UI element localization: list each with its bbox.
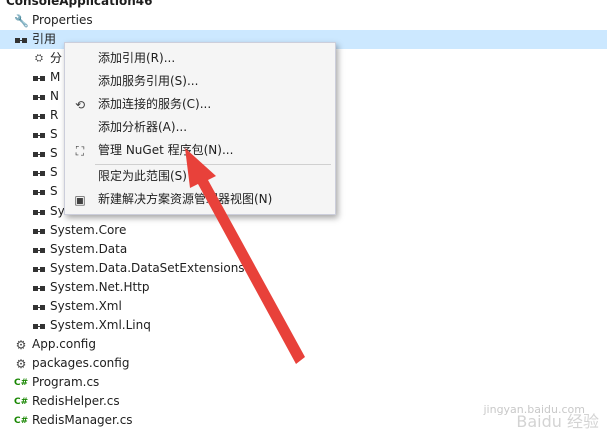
- reference-item[interactable]: S: [32, 182, 58, 201]
- reference-item-system-net-http[interactable]: System.Net.Http: [32, 278, 150, 297]
- file-label: packages.config: [32, 356, 130, 370]
- reference-label: S: [50, 184, 58, 198]
- properties-label: Properties: [32, 13, 93, 27]
- menu-item-add-reference[interactable]: 添加引用(R)...: [66, 47, 334, 70]
- reference-icon: [32, 262, 46, 276]
- reference-item-system-xml[interactable]: System.Xml: [32, 297, 122, 316]
- file-app-config[interactable]: ⚙ App.config: [14, 335, 96, 354]
- reference-icon: [32, 71, 46, 85]
- file-label: RedisManager.cs: [32, 413, 133, 427]
- reference-item[interactable]: S: [32, 163, 58, 182]
- reference-label: System.Core: [50, 223, 127, 237]
- menu-item-label: 管理 NuGet 程序包(N)...: [98, 143, 234, 157]
- project-title: ConsoleApplication46: [6, 0, 153, 8]
- menu-item-manage-nuget[interactable]: ⛶ 管理 NuGet 程序包(N)...: [66, 139, 334, 162]
- references-icon: [14, 33, 28, 47]
- context-menu: 添加引用(R)... 添加服务引用(S)... ⟲ 添加连接的服务(C)... …: [64, 42, 336, 215]
- reference-item-system-xml-linq[interactable]: System.Xml.Linq: [32, 316, 151, 335]
- file-label: Program.cs: [32, 375, 100, 389]
- reference-label: R: [50, 108, 59, 122]
- reference-icon: [32, 300, 46, 314]
- menu-item-new-explorer-view[interactable]: ▣ 新建解决方案资源管理器视图(N): [66, 188, 334, 211]
- menu-item-label: 添加引用(R)...: [98, 51, 176, 65]
- reference-label: System.Data: [50, 242, 128, 256]
- reference-icon: [32, 128, 46, 142]
- menu-item-add-analyzer[interactable]: 添加分析器(A)...: [66, 116, 334, 139]
- connected-service-icon: ⟲: [74, 98, 86, 112]
- file-redishelper-cs[interactable]: C# RedisHelper.cs: [14, 392, 120, 411]
- file-program-cs[interactable]: C# Program.cs: [14, 373, 99, 392]
- analyzers-node[interactable]: ⛭ 分: [32, 49, 62, 68]
- wrench-icon: 🔧: [14, 13, 29, 28]
- reference-item-system-core[interactable]: System.Core: [32, 221, 126, 240]
- reference-item[interactable]: S: [32, 144, 58, 163]
- menu-item-scope-to-this[interactable]: 限定为此范围(S): [66, 165, 334, 188]
- reference-label: System.Net.Http: [50, 280, 150, 294]
- reference-item[interactable]: N: [32, 87, 59, 106]
- reference-label: System.Xml.Linq: [50, 318, 151, 332]
- reference-icon: [32, 185, 46, 199]
- file-redismanager-cs[interactable]: C# RedisManager.cs: [14, 411, 133, 430]
- analyzer-icon: ⛭: [35, 52, 43, 64]
- reference-icon: [32, 224, 46, 238]
- references-label: 引用: [32, 32, 57, 46]
- file-label: RedisHelper.cs: [32, 394, 120, 408]
- reference-label: S: [50, 127, 58, 141]
- reference-icon: [32, 281, 46, 295]
- menu-item-label: 添加连接的服务(C)...: [98, 97, 212, 111]
- analyzers-label: 分: [50, 51, 63, 65]
- reference-item[interactable]: M: [32, 68, 60, 87]
- menu-item-label: 添加服务引用(S)...: [98, 74, 199, 88]
- reference-item[interactable]: S: [32, 125, 58, 144]
- reference-label: M: [50, 70, 61, 84]
- reference-label: System.Data.DataSetExtensions: [50, 261, 245, 275]
- reference-label: System.Xml: [50, 299, 122, 313]
- menu-item-label: 新建解决方案资源管理器视图(N): [98, 192, 273, 206]
- csharp-icon: C#: [14, 377, 29, 388]
- reference-item-system-data-datasetextensions[interactable]: System.Data.DataSetExtensions: [32, 259, 245, 278]
- reference-label: S: [50, 146, 58, 160]
- reference-label: S: [50, 165, 58, 179]
- project-node[interactable]: ConsoleApplication46: [6, 0, 152, 11]
- new-view-icon: ▣: [74, 193, 86, 207]
- menu-item-label: 限定为此范围(S): [98, 169, 187, 183]
- watermark-brand: Baidu 经验: [516, 412, 599, 431]
- reference-icon: [32, 243, 46, 257]
- reference-label: N: [50, 89, 59, 103]
- reference-item-system-data[interactable]: System.Data: [32, 240, 127, 259]
- reference-icon: [32, 147, 46, 161]
- menu-item-label: 添加分析器(A)...: [98, 120, 188, 134]
- menu-item-add-connected-service[interactable]: ⟲ 添加连接的服务(C)...: [66, 93, 334, 116]
- csharp-icon: C#: [14, 396, 29, 407]
- nuget-package-icon: ⛶: [75, 144, 85, 158]
- properties-node[interactable]: 🔧 Properties: [14, 11, 93, 30]
- csharp-icon: C#: [14, 415, 29, 426]
- reference-icon: [32, 109, 46, 123]
- file-packages-config[interactable]: ⚙ packages.config: [14, 354, 130, 373]
- config-icon: ⚙: [15, 337, 27, 352]
- reference-icon: [32, 166, 46, 180]
- reference-icon: [32, 90, 46, 104]
- reference-item[interactable]: R: [32, 106, 58, 125]
- reference-icon: [32, 319, 46, 333]
- menu-item-add-service-reference[interactable]: 添加服务引用(S)...: [66, 70, 334, 93]
- config-icon: ⚙: [15, 356, 27, 371]
- file-label: App.config: [32, 337, 96, 351]
- reference-icon: [32, 205, 46, 219]
